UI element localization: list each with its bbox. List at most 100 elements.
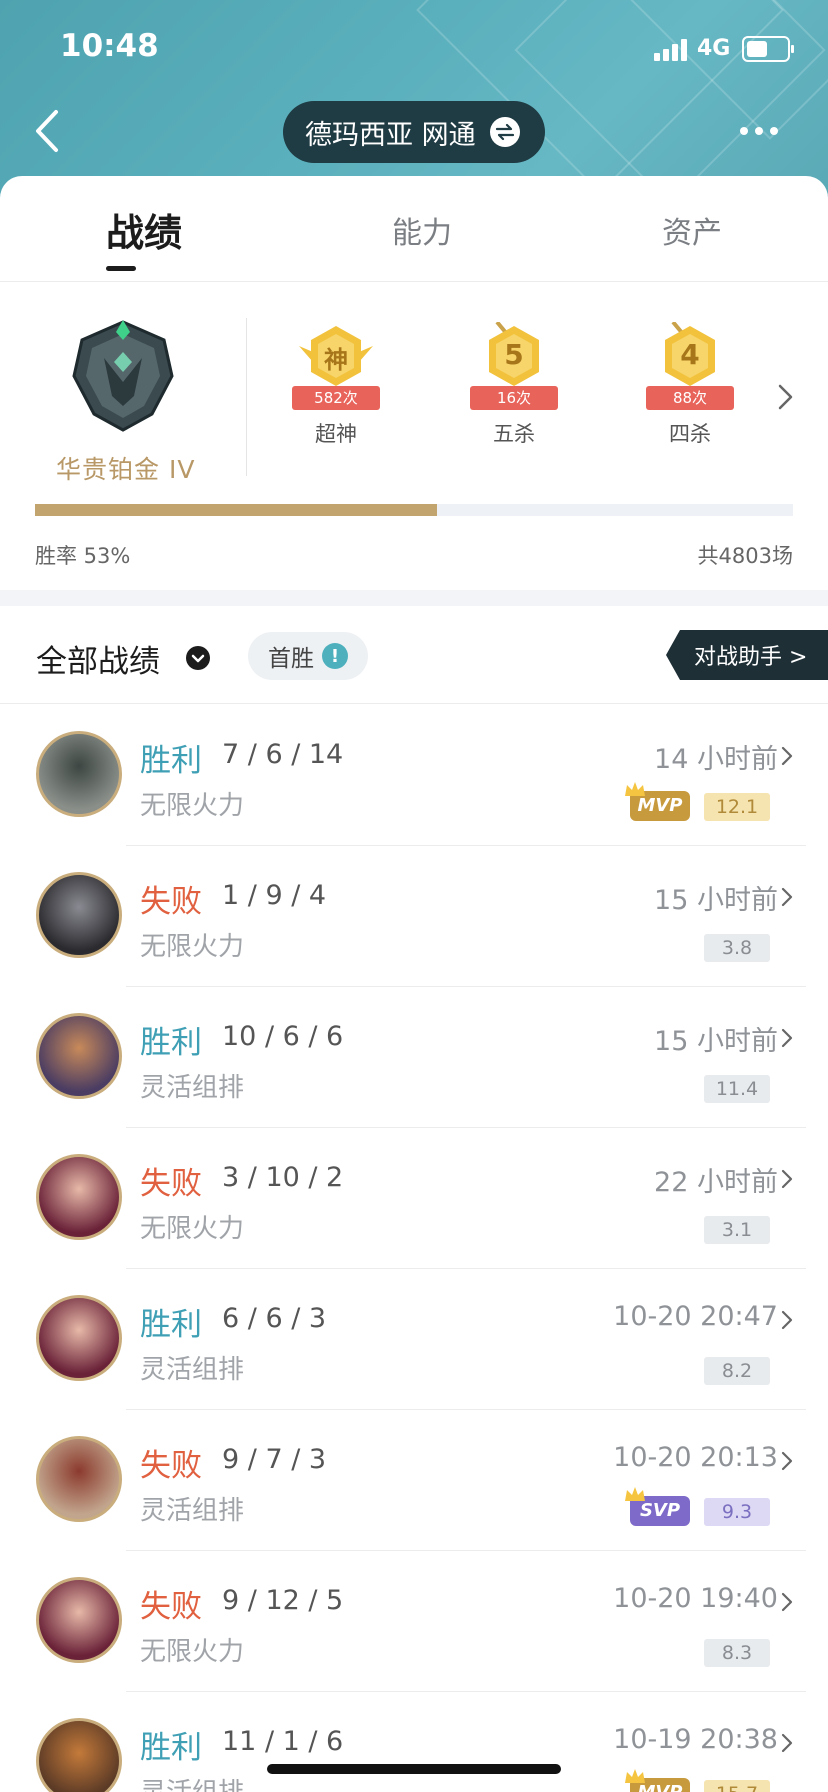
match-kda: 7 / 6 / 14: [222, 739, 344, 770]
rank-emblem-icon[interactable]: [64, 318, 182, 436]
records-filter-dropdown[interactable]: 全部战绩: [36, 636, 160, 681]
pentakill-label: 五杀: [493, 422, 535, 446]
achievements-more-chevron-icon[interactable]: [774, 382, 796, 412]
quadrakill-count: 88次: [646, 386, 734, 410]
match-mode: 灵活组排: [140, 1496, 245, 1526]
total-games-label: 共4803场: [697, 544, 793, 568]
achievement-pentakill[interactable]: 5 16次 五杀: [464, 320, 564, 472]
status-time: 10:48: [60, 28, 159, 64]
champion-avatar: [36, 731, 122, 817]
match-result: 胜利: [140, 743, 202, 779]
chevron-right-icon: [780, 1732, 794, 1754]
match-row[interactable]: 失败 9 / 7 / 3 灵活组排 10-20 20:13 SVP 9.3: [0, 1410, 828, 1551]
battery-icon: [742, 36, 794, 62]
champion-avatar: [36, 1718, 122, 1792]
legendary-badge-text: 神: [324, 346, 348, 374]
quadrakill-badge-text: 4: [680, 338, 700, 371]
champion-avatar: [36, 1154, 122, 1240]
home-indicator: [267, 1764, 561, 1774]
match-result: 失败: [140, 1589, 202, 1625]
network-type: 4G: [697, 36, 731, 61]
achievement-quadrakill[interactable]: 4 88次 四杀: [640, 320, 740, 472]
mvp-badge: MVP: [625, 782, 690, 821]
tab-assets[interactable]: 资产: [662, 208, 722, 252]
filter-row: 全部战绩 首胜 ! 对战助手 >: [0, 606, 828, 704]
match-row[interactable]: 胜利 6 / 6 / 3 灵活组排 10-20 20:47 8.2: [0, 1269, 828, 1410]
match-result: 失败: [140, 884, 202, 920]
svp-badge-text: SVP: [639, 1500, 681, 1521]
quadrakill-label: 四杀: [669, 422, 711, 446]
match-row[interactable]: 失败 9 / 12 / 5 无限火力 10-20 19:40 8.3: [0, 1551, 828, 1692]
win-rate-label: 胜率 53%: [35, 544, 131, 568]
champion-avatar: [36, 1295, 122, 1381]
match-time: 10-20 19:40: [613, 1583, 778, 1614]
match-row[interactable]: 失败 3 / 10 / 2 无限火力 22 小时前 3.1: [0, 1128, 828, 1269]
match-mode: 无限火力: [140, 791, 245, 821]
match-mode: 无限火力: [140, 932, 245, 962]
match-time: 10-20 20:13: [613, 1442, 778, 1473]
match-row[interactable]: 胜利 7 / 6 / 14 无限火力 14 小时前 MVP 12.1: [0, 705, 828, 846]
match-kda: 6 / 6 / 3: [222, 1303, 327, 1334]
tab-bar: 战绩 能力 资产: [0, 176, 828, 282]
active-tab-indicator: [106, 266, 136, 271]
server-name: 德玛西亚 网通: [305, 119, 476, 151]
match-mode: 无限火力: [140, 1637, 245, 1667]
chevron-right-icon: [780, 1450, 794, 1472]
crown-icon: [625, 1769, 645, 1783]
match-mode: 灵活组排: [140, 1073, 245, 1103]
chevron-left-icon: [36, 110, 58, 152]
legendary-badge-icon: 神: [299, 322, 373, 396]
match-score: 3.8: [704, 934, 770, 962]
rank-name: 华贵铂金 IV: [56, 455, 196, 484]
match-time: 15 小时前: [654, 1026, 778, 1057]
match-time: 10-20 20:47: [613, 1301, 778, 1332]
champion-avatar: [36, 1577, 122, 1663]
server-switch-button[interactable]: 德玛西亚 网通: [283, 101, 545, 163]
match-mode: 灵活组排: [140, 1772, 244, 1792]
chevron-right-icon: [780, 1168, 794, 1190]
legendary-label: 超神: [315, 422, 357, 446]
mvp-badge-text: MVP: [637, 795, 683, 816]
tab-records[interactable]: 战绩: [106, 202, 182, 257]
match-kda: 9 / 12 / 5: [222, 1585, 344, 1616]
match-kda: 3 / 10 / 2: [222, 1162, 344, 1193]
match-row[interactable]: 胜利 10 / 6 / 6 灵活组排 15 小时前 11.4: [0, 987, 828, 1128]
battle-assistant-button[interactable]: 对战助手 >: [666, 630, 828, 680]
rank-summary: 华贵铂金 IV 神 582次 超神 5 16次 五杀 4 88次 四杀 胜率 5…: [0, 282, 828, 588]
match-kda: 11 / 1 / 6: [222, 1726, 344, 1757]
match-score: 9.3: [704, 1498, 770, 1526]
tab-ability[interactable]: 能力: [392, 208, 452, 252]
info-icon: !: [322, 643, 348, 669]
win-rate-bar-fill: [35, 504, 437, 516]
match-row[interactable]: 失败 1 / 9 / 4 无限火力 15 小时前 3.8: [0, 846, 828, 987]
champion-avatar: [36, 872, 122, 958]
chevron-down-icon[interactable]: [186, 646, 210, 670]
match-mode: 无限火力: [140, 1214, 245, 1244]
match-score: 11.4: [704, 1075, 770, 1103]
back-button[interactable]: [28, 106, 68, 156]
more-options-icon[interactable]: [740, 118, 790, 144]
main-card: 战绩 能力 资产 华贵铂金 IV 神 582次 超神 5 16次 五杀 4 88…: [0, 176, 828, 1792]
chevron-right-icon: [780, 1591, 794, 1613]
divider: [246, 318, 247, 476]
first-win-chip[interactable]: 首胜 !: [248, 632, 368, 680]
match-row[interactable]: 胜利 11 / 1 / 6 灵活组排 10-19 20:38 MVP 15.7: [0, 1692, 828, 1792]
match-kda: 10 / 6 / 6: [222, 1021, 344, 1052]
match-result: 胜利: [140, 1025, 202, 1061]
quadrakill-badge-icon: 4: [653, 320, 727, 396]
crown-icon: [625, 1487, 645, 1501]
section-gap: [0, 590, 828, 606]
chevron-right-icon: [780, 1309, 794, 1331]
match-list: 胜利 7 / 6 / 14 无限火力 14 小时前 MVP 12.1 失败 1 …: [0, 705, 828, 1792]
match-score: 12.1: [704, 793, 770, 821]
win-rate-bar: [35, 504, 793, 516]
signal-icon: [654, 37, 688, 61]
match-score: 8.3: [704, 1639, 770, 1667]
match-kda: 9 / 7 / 3: [222, 1444, 327, 1475]
mvp-badge: MVP: [625, 1769, 690, 1792]
swap-icon: [489, 117, 520, 147]
achievement-legendary[interactable]: 神 582次 超神: [286, 322, 386, 472]
match-time: 10-19 20:38: [613, 1724, 778, 1755]
pentakill-count: 16次: [470, 386, 558, 410]
match-score: 3.1: [704, 1216, 770, 1244]
